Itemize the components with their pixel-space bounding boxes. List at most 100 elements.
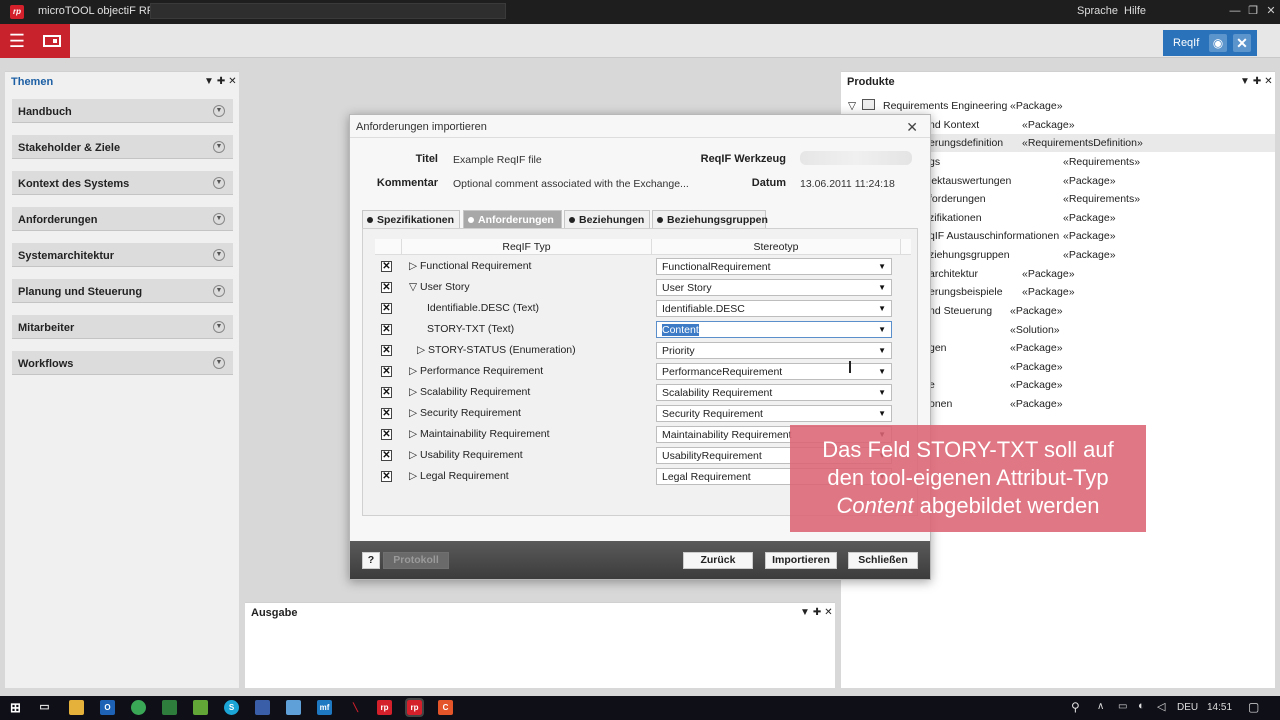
eye-icon[interactable]: ◉ [1209,34,1227,52]
chevron-up-icon[interactable]: ∧ [1097,701,1104,712]
row-type[interactable]: ▷ Legal Requirement [409,470,509,482]
network-icon[interactable]: ◐ [1138,700,1145,712]
chevron-down-icon[interactable]: ▼ [213,357,225,369]
row-checkbox[interactable]: ✕ [381,450,392,461]
title-search-input[interactable] [150,3,506,19]
chevron-down-icon[interactable]: ▼ [213,213,225,225]
stereotype-select[interactable]: Priority ▼ [656,342,892,359]
row-type[interactable]: STORY-TXT (Text) [427,323,514,335]
theme-item-stakeholder[interactable]: Stakeholder & Ziele ▼ [12,135,233,159]
expand-icon[interactable]: ▽ [848,100,856,112]
chevron-down-icon[interactable]: ▼ [213,285,225,297]
stereotype-select[interactable]: PerformanceRequirement ▼ [656,363,892,380]
battery-icon[interactable]: ▭ [1118,701,1127,712]
windows-start-icon[interactable]: ⊞ [8,700,23,715]
chevron-down-icon[interactable]: ▼ [213,141,225,153]
minimize-icon[interactable]: — [1228,4,1242,18]
menu-language[interactable]: Sprache [1077,5,1118,17]
theme-item-systemarchitektur[interactable]: Systemarchitektur ▼ [12,243,233,267]
import-button[interactable]: Importieren [765,552,837,569]
row-checkbox[interactable]: ✕ [381,408,392,419]
row-checkbox[interactable]: ✕ [381,429,392,440]
row-checkbox[interactable]: ✕ [381,345,392,356]
mf-icon[interactable]: mf [317,700,332,715]
row-checkbox[interactable]: ✕ [381,471,392,482]
tab-anforderungen[interactable]: Anforderungen [463,210,562,228]
theme-item-planung[interactable]: Planung und Steuerung ▼ [12,279,233,303]
notifications-icon[interactable]: ▢ [1248,700,1259,714]
app-icon-3[interactable] [255,700,270,715]
theme-item-anforderungen[interactable]: Anforderungen ▼ [12,207,233,231]
reqif-tab[interactable]: ReqIf ◉ ✕ [1163,30,1257,56]
row-checkbox[interactable]: ✕ [381,366,392,377]
rp-icon[interactable]: rp [377,700,392,715]
app-icon-6[interactable]: C [438,700,453,715]
panel-controls[interactable]: ▼✚✕ [204,76,240,87]
close-icon[interactable]: ✕ [1233,34,1251,52]
chevron-down-icon[interactable]: ▼ [213,177,225,189]
stereotype-select[interactable]: FunctionalRequirement ▼ [656,258,892,275]
theme-item-kontext[interactable]: Kontext des Systems ▼ [12,171,233,195]
chevron-down-icon[interactable]: ▼ [213,321,225,333]
restore-icon[interactable]: ❐ [1246,4,1260,18]
skype-icon[interactable]: S [224,700,239,715]
stereotype-select[interactable]: User Story ▼ [656,279,892,296]
menu-help[interactable]: Hilfe [1124,5,1146,17]
row-type[interactable]: ▷ Usability Requirement [409,449,523,461]
app-icon-1[interactable] [162,700,177,715]
panel-controls[interactable]: ▼✚✕ [1240,76,1276,87]
volume-icon[interactable]: ◁ [1157,700,1165,713]
stereotype-select[interactable]: Identifiable.DESC ▼ [656,300,892,317]
stereotype-select[interactable]: Content ▼ [656,321,892,338]
task-view-icon[interactable]: ▭ [37,700,52,715]
back-button[interactable]: Zurück [683,552,753,569]
rp-active-icon[interactable]: rp [405,698,424,717]
close-window-icon[interactable]: ✕ [1264,4,1278,18]
table-row: ✕ STORY-TXT (Text) Content ▼ [375,320,911,340]
outlook-icon[interactable]: O [100,700,115,715]
chevron-down-icon[interactable]: ▼ [213,105,225,117]
stereotype-select[interactable]: Security Requirement ▼ [656,405,892,422]
tab-label: Beziehungen [579,214,645,226]
row-type[interactable]: ▷ Scalability Requirement [409,386,530,398]
protokoll-button[interactable]: Protokoll [383,552,449,569]
tree-stereo: «Requirements» [1063,193,1141,205]
person-icon[interactable]: ⚲ [1071,700,1080,714]
close-icon[interactable]: ✕ [906,119,918,136]
row-type[interactable]: ▷ STORY-STATUS (Enumeration) [417,344,576,356]
tab-spezifikationen[interactable]: Spezifikationen [362,210,460,228]
app-icon-2[interactable] [193,700,208,715]
row-type[interactable]: ▷ Functional Requirement [409,260,531,272]
theme-item-handbuch[interactable]: Handbuch ▼ [12,99,233,123]
stereotype-select[interactable]: Scalability Requirement ▼ [656,384,892,401]
theme-item-mitarbeiter[interactable]: Mitarbeiter ▼ [12,315,233,339]
clock[interactable]: 14:51 [1207,702,1232,713]
row-checkbox[interactable]: ✕ [381,303,392,314]
row-checkbox[interactable]: ✕ [381,282,392,293]
chevron-down-icon[interactable]: ▼ [213,249,225,261]
row-type[interactable]: ▷ Maintainability Requirement [409,428,550,440]
row-checkbox[interactable]: ✕ [381,324,392,335]
tab-beziehungsgruppen[interactable]: Beziehungsgruppen [652,210,768,228]
app-icon-5[interactable]: ╲ [348,700,363,715]
row-type[interactable]: Identifiable.DESC (Text) [427,302,539,314]
row-type[interactable]: ▷ Performance Requirement [409,365,543,377]
panel-controls[interactable]: ▼✚✕ [800,607,836,618]
app-icon-4[interactable] [286,700,301,715]
chrome-icon[interactable] [131,700,146,715]
tree-row[interactable]: ▽ Requirements Engineering «Package» [841,97,1275,115]
row-type[interactable]: ▷ Security Requirement [409,407,521,419]
row-type[interactable]: ▽ User Story [409,281,470,293]
help-button[interactable]: ? [362,552,380,569]
row-checkbox[interactable]: ✕ [381,387,392,398]
row-checkbox[interactable]: ✕ [381,261,392,272]
keyboard-language[interactable]: DEU [1177,702,1198,713]
hamburger-menu-icon[interactable]: ☰ [0,24,34,58]
close-button[interactable]: Schließen [848,552,918,569]
theme-item-workflows[interactable]: Workflows ▼ [12,351,233,375]
views-icon[interactable] [34,24,70,58]
dropdown-arrow-icon: ▼ [878,304,886,313]
annotation-line-3-rest: abgebildet werden [913,493,1100,518]
tab-beziehungen[interactable]: Beziehungen [564,210,650,228]
file-explorer-icon[interactable] [69,700,84,715]
